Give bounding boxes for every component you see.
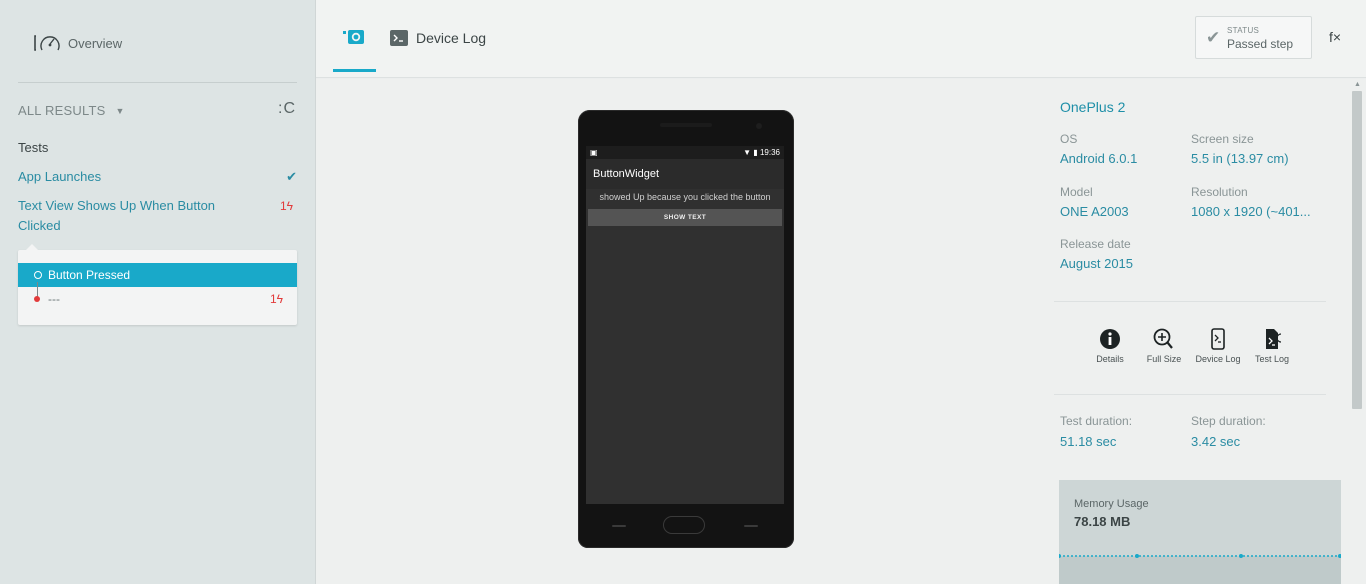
spec-release-date: Release date August 2015 bbox=[1060, 237, 1133, 271]
check-icon: ✔ bbox=[1206, 28, 1221, 47]
phone-camera bbox=[756, 123, 762, 129]
duration-label: Step duration: bbox=[1191, 414, 1266, 428]
action-label: Test Log bbox=[1254, 354, 1290, 364]
test-name: Text View Shows Up When Button Clicked bbox=[18, 198, 216, 233]
spec-model: Model ONE A2003 bbox=[1060, 185, 1129, 219]
spec-label: Resolution bbox=[1191, 185, 1248, 199]
speedometer-icon bbox=[34, 35, 60, 51]
action-label: Full Size bbox=[1146, 354, 1182, 364]
sidebar: Overview ALL RESULTS ▼ :C Tests App Laun… bbox=[0, 0, 316, 584]
app-title: ButtonWidget bbox=[586, 159, 784, 189]
overview-label: Overview bbox=[68, 35, 123, 51]
fx-toggle-button[interactable]: f× bbox=[1329, 29, 1341, 45]
wifi-icon: ▼ bbox=[743, 148, 752, 157]
home-key bbox=[663, 516, 705, 534]
battery-icon: ▮ bbox=[753, 148, 758, 157]
results-filter-label: ALL RESULTS bbox=[18, 103, 106, 118]
memory-label: Memory Usage bbox=[1074, 498, 1149, 510]
test-item-text-view[interactable]: Text View Shows Up When Button Clicked 1… bbox=[18, 196, 297, 236]
scroll-up-icon[interactable]: ▲ bbox=[1354, 81, 1361, 88]
info-divider bbox=[1054, 301, 1326, 302]
phone-speaker bbox=[660, 123, 712, 127]
duration-value: 3.42 sec bbox=[1191, 434, 1241, 449]
device-screen: ▣ ▼ ▮ 19:36 ButtonWidget showed Up becau… bbox=[586, 146, 784, 504]
spec-value: August 2015 bbox=[1060, 256, 1134, 271]
action-toolbar: Details Full Size Device Log Test Log bbox=[1090, 328, 1300, 368]
device-log-button[interactable]: Device Log bbox=[1191, 328, 1245, 364]
device-name-link[interactable]: OnePlus 2 bbox=[1060, 99, 1125, 115]
overview-link[interactable]: Overview bbox=[30, 30, 122, 56]
memory-graph bbox=[1059, 554, 1341, 558]
test-item-app-launches[interactable]: App Launches ✔ bbox=[18, 167, 297, 187]
tab-screenshot[interactable] bbox=[333, 20, 376, 72]
results-filter-dropdown[interactable]: ALL RESULTS ▼ bbox=[18, 103, 124, 118]
step-name: --- bbox=[48, 292, 60, 306]
failure-count-badge: 1ϟ bbox=[279, 199, 293, 213]
spec-os: OS Android 6.0.1 bbox=[1060, 132, 1137, 166]
recents-key bbox=[744, 525, 758, 527]
memory-value: 78.18 MB bbox=[1074, 514, 1131, 529]
scrollbar-thumb[interactable] bbox=[1352, 91, 1362, 409]
spec-value: Android 6.0.1 bbox=[1060, 151, 1138, 166]
device-frame: ▣ ▼ ▮ 19:36 ButtonWidget showed Up becau… bbox=[578, 110, 794, 548]
duration-value: 51.18 sec bbox=[1060, 434, 1117, 449]
card-notch bbox=[26, 244, 38, 250]
spec-label: Screen size bbox=[1191, 132, 1254, 146]
info-divider bbox=[1054, 394, 1326, 395]
file-terminal-icon bbox=[1266, 329, 1282, 349]
step-item-failed[interactable]: --- 1ϟ bbox=[18, 288, 297, 310]
memory-usage-panel: Memory Usage 78.18 MB bbox=[1059, 480, 1341, 584]
action-label: Details bbox=[1096, 354, 1124, 364]
phone-terminal-icon bbox=[1211, 328, 1225, 350]
failure-count-badge: 1ϟ bbox=[269, 292, 283, 306]
details-button[interactable]: Details bbox=[1083, 328, 1137, 364]
spec-value: ONE A2003 bbox=[1060, 204, 1129, 219]
step-item-button-pressed[interactable]: Button Pressed bbox=[18, 263, 297, 287]
tab-bar: Device Log ✔ STATUS Passed step f× bbox=[316, 0, 1366, 78]
app-message: showed Up because you clicked the button bbox=[599, 192, 771, 202]
tests-heading: Tests bbox=[18, 140, 49, 155]
sidebar-divider bbox=[18, 82, 297, 83]
check-icon: ✔ bbox=[286, 169, 297, 184]
device-status-bar: ▣ ▼ ▮ 19:36 bbox=[586, 146, 784, 159]
spec-label: Release date bbox=[1060, 237, 1131, 251]
status-badge: ✔ STATUS Passed step bbox=[1195, 16, 1312, 59]
step-name: Button Pressed bbox=[48, 268, 131, 282]
caret-down-icon: ▼ bbox=[115, 105, 125, 116]
step-duration: Step duration: 3.42 sec bbox=[1191, 414, 1266, 449]
back-key bbox=[612, 525, 626, 527]
error-dot-icon bbox=[34, 296, 40, 302]
test-log-button[interactable]: Test Log bbox=[1245, 328, 1299, 364]
steps-card: Button Pressed --- 1ϟ bbox=[18, 244, 297, 325]
status-value: Passed step bbox=[1227, 37, 1294, 51]
device-nav-bar bbox=[586, 512, 784, 540]
notification-icon: ▣ bbox=[590, 148, 598, 157]
scrollbar[interactable]: ▲ bbox=[1350, 79, 1366, 584]
full-size-button[interactable]: Full Size bbox=[1137, 328, 1191, 364]
device-time: 19:36 bbox=[759, 148, 780, 157]
spec-resolution: Resolution 1080 x 1920 (~401... bbox=[1191, 185, 1311, 219]
spec-label: OS bbox=[1060, 132, 1078, 146]
active-tab-underline bbox=[333, 69, 376, 72]
spec-screen-size: Screen size 5.5 in (13.97 cm) bbox=[1191, 132, 1289, 166]
status-title: STATUS bbox=[1227, 26, 1260, 35]
terminal-icon bbox=[390, 30, 408, 46]
spec-value: 5.5 in (13.97 cm) bbox=[1191, 151, 1289, 166]
test-duration: Test duration: 51.18 sec bbox=[1060, 414, 1132, 449]
spec-value: 1080 x 1920 (~401... bbox=[1191, 204, 1311, 219]
zoom-in-icon bbox=[1153, 328, 1173, 349]
tab-label: Device Log bbox=[416, 30, 487, 46]
refresh-button[interactable]: :C bbox=[278, 100, 296, 118]
duration-label: Test duration: bbox=[1060, 414, 1133, 428]
info-icon bbox=[1100, 329, 1120, 349]
spec-label: Model bbox=[1060, 185, 1093, 199]
step-dot-icon bbox=[34, 271, 42, 279]
action-label: Device Log bbox=[1195, 354, 1241, 364]
show-text-button: SHOW TEXT bbox=[588, 209, 782, 226]
test-name: App Launches bbox=[18, 169, 102, 184]
camera-icon bbox=[343, 30, 364, 44]
tab-device-log[interactable]: Device Log bbox=[390, 26, 486, 50]
